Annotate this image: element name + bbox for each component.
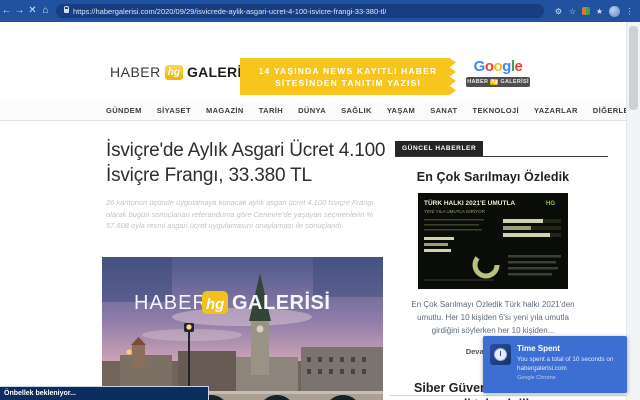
main-nav: GÜNDEM SİYASET MAGAZİN TARİH DÜNYA SAĞLI… bbox=[0, 101, 627, 121]
nav-item-gundem[interactable]: GÜNDEM bbox=[106, 106, 142, 115]
stop-icon[interactable]: ✕ bbox=[26, 0, 39, 22]
google-news-widget[interactable]: Google HABER hg GALERİSİ bbox=[466, 58, 530, 87]
article-excerpt: 26 kantonun üçünde uygulamaya konacak ay… bbox=[106, 198, 374, 231]
article-hero-image[interactable]: HABER hg GALERİSİ bbox=[102, 257, 383, 400]
profile-avatar[interactable] bbox=[609, 5, 620, 17]
address-bar[interactable]: https://habergalerisi.com/2020/09/29/isv… bbox=[56, 4, 544, 18]
nav-item-digerleri[interactable]: DİĞERLERİ⌄ bbox=[593, 106, 627, 115]
nav-item-yazarlar[interactable]: YAZARLAR bbox=[534, 106, 578, 115]
nav-item-siyaset[interactable]: SİYASET bbox=[157, 106, 191, 115]
promo-banner-line1: 14 YAŞINDA NEWS KAYITLI HABER bbox=[258, 65, 438, 76]
time-spent-icon bbox=[490, 344, 511, 365]
time-spent-notification[interactable]: Time Spent You spent a total of 10 secon… bbox=[483, 336, 627, 393]
svg-text:YENİ YILA UMUTLA GİRİYOR: YENİ YILA UMUTLA GİRİYOR bbox=[424, 208, 486, 214]
sidebar-divider bbox=[390, 395, 627, 396]
logo-hg-badge: hg bbox=[164, 64, 183, 80]
scrollbar-thumb[interactable] bbox=[629, 26, 638, 110]
infographic-logo: HG bbox=[546, 201, 555, 207]
sidebar-article1-title[interactable]: En Çok Sarılmayı Özledik bbox=[409, 170, 577, 184]
sidebar-article1-image[interactable]: TÜRK HALKI 2021'E UMUTLA YENİ YILA UMUTL… bbox=[418, 193, 568, 289]
forward-icon[interactable]: → bbox=[13, 0, 26, 22]
star-icon[interactable]: ☆ bbox=[568, 7, 577, 16]
nav-item-sanat[interactable]: SANAT bbox=[430, 106, 457, 115]
zurich-scene: HABER hg GALERİSİ bbox=[102, 257, 383, 400]
toolbar-right: ⚙ ☆ ★ ⋮ bbox=[554, 5, 634, 17]
extension-icon[interactable] bbox=[582, 7, 590, 15]
sidebar-section-label[interactable]: GÜNCEL HABERLER bbox=[395, 141, 484, 156]
svg-text:TÜRK HALKI 2021'E UMUTLA: TÜRK HALKI 2021'E UMUTLA bbox=[424, 198, 515, 207]
article-title-line2: İsviçre Frangı, 33.380 TL bbox=[106, 165, 312, 187]
google-sub-hg-badge: hg bbox=[490, 79, 499, 85]
menu-kebab-icon[interactable]: ⋮ bbox=[625, 7, 634, 16]
gear-icon[interactable]: ⚙ bbox=[554, 7, 563, 16]
browser-window: ← → ✕ ⌂ https://habergalerisi.com/2020/0… bbox=[0, 0, 640, 400]
nav-item-tarih[interactable]: TARİH bbox=[259, 106, 283, 115]
promo-banner[interactable]: 14 YAŞINDA NEWS KAYITLI HABER SİTESİNDEN… bbox=[240, 58, 456, 95]
notification-title: Time Spent bbox=[517, 344, 560, 353]
browser-status-bubble: Önbellek bekleniyor... bbox=[0, 386, 209, 400]
promo-banner-line2: SİTESİNDEN TANITIM YAZISI bbox=[274, 77, 422, 88]
watermark-haber: HABER bbox=[134, 292, 208, 314]
home-icon[interactable]: ⌂ bbox=[39, 0, 52, 22]
status-text: Önbellek bekleniyor... bbox=[4, 390, 76, 397]
bookmark-star-icon[interactable]: ★ bbox=[595, 7, 604, 16]
back-icon[interactable]: ← bbox=[0, 0, 13, 22]
notification-body: You spent a total of 10 seconds on haber… bbox=[517, 356, 614, 373]
nav-item-dunya[interactable]: DÜNYA bbox=[298, 106, 326, 115]
svg-text:hg: hg bbox=[206, 296, 224, 313]
article-title-line1: İsviçre'de Aylık Asgari Ücret 4.100 bbox=[106, 140, 386, 161]
browser-toolbar: ← → ✕ ⌂ https://habergalerisi.com/2020/0… bbox=[0, 0, 640, 22]
google-sub-badge: HABER hg GALERİSİ bbox=[466, 77, 530, 87]
article-title[interactable]: İsviçre'de Aylık Asgari Ücret 4.100 İsvi… bbox=[106, 138, 390, 188]
scrollbar[interactable] bbox=[626, 22, 640, 400]
notification-app-name: Google Chrome bbox=[517, 375, 556, 382]
logo-text-haber: HABER bbox=[110, 64, 161, 80]
main-article: İsviçre'de Aylık Asgari Ücret 4.100 İsvi… bbox=[106, 138, 390, 232]
sidebar-section-bar: GÜNCEL HABERLER bbox=[395, 141, 608, 157]
watermark-galerisi: GALERİSİ bbox=[232, 291, 330, 314]
sidebar-article1-excerpt: En Çok Sarılmayı Özledik Türk halkı 2021… bbox=[411, 300, 575, 336]
lock-icon bbox=[64, 6, 69, 13]
url-text: https://habergalerisi.com/2020/09/29/isv… bbox=[73, 6, 387, 16]
nav-item-teknoloji[interactable]: TEKNOLOJİ bbox=[473, 106, 520, 115]
google-logo: Google bbox=[473, 58, 523, 75]
nav-item-saglik[interactable]: SAĞLIK bbox=[341, 106, 372, 115]
nav-item-magazin[interactable]: MAGAZİN bbox=[206, 106, 244, 115]
site-logo[interactable]: HABER hg GALERİSİ bbox=[110, 64, 255, 80]
sidebar-article2-title-line2: yerli teknolojiler bbox=[409, 396, 577, 400]
nav-item-yasam[interactable]: YAŞAM bbox=[387, 106, 415, 115]
